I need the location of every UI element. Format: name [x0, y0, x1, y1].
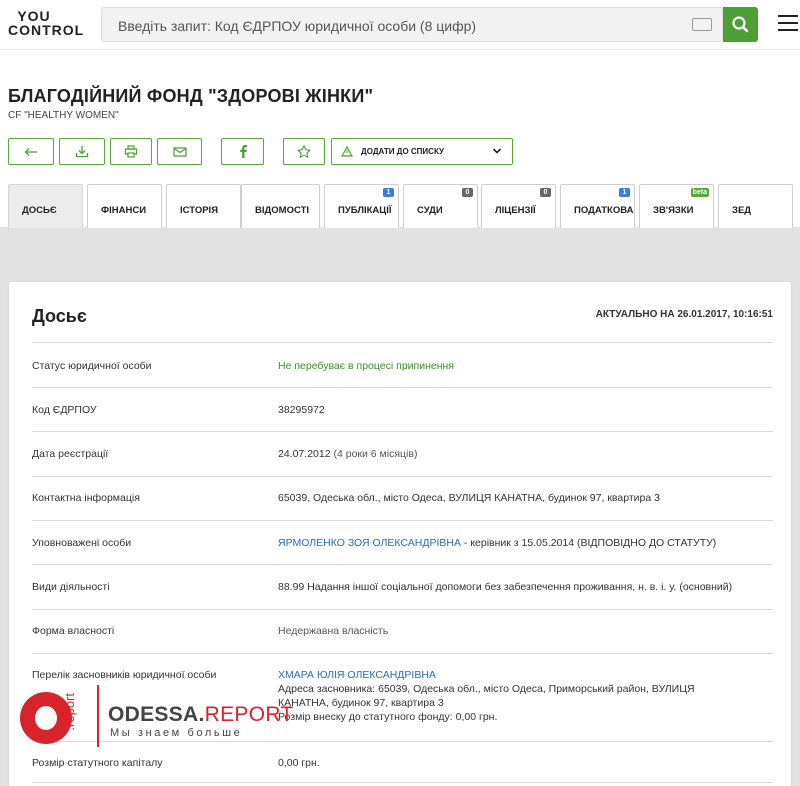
tab-badge: 0 [540, 188, 551, 197]
persons-role: - керівник з 15.05.2014 (ВІДПОВІДНО ДО С… [461, 537, 717, 549]
facebook-icon [239, 145, 247, 158]
arrow-left-icon [24, 147, 37, 156]
founder-share: Розмір внеску до статутного фонду: 0,00 … [278, 711, 498, 723]
founders-label: Перелік засновників юридичної особи [32, 669, 217, 681]
tab-label: ПОДАТКОВА [574, 205, 634, 216]
watermark-brand-accent: REPORT [204, 703, 294, 726]
activity-label: Види діяльності [32, 581, 110, 593]
tab-courts[interactable]: СУДИ 0 [403, 184, 478, 228]
registration-duration: (4 роки 6 місяців) [333, 448, 418, 460]
search-icon [732, 16, 749, 33]
tab-label: ЛІЦЕНЗІЇ [495, 205, 536, 216]
capital-label: Розмір статутного капіталу [32, 757, 163, 769]
print-button[interactable] [110, 138, 152, 165]
capital-value: 0,00 грн. [278, 757, 320, 769]
tab-finance[interactable]: ФІНАНСИ [87, 184, 162, 228]
founder-address-1: Адреса засновника: 65039, Одеська обл., … [278, 683, 695, 695]
tab-label: ВІДОМОСТІ [255, 205, 310, 216]
favorite-button[interactable] [283, 138, 325, 165]
watermark: .report ODESSA.REPORT Мы знаем больше [0, 683, 300, 753]
divider [32, 342, 773, 343]
contact-label: Контактна інформація [32, 492, 140, 504]
registration-date: 24.07.2012 [278, 448, 331, 460]
divider [32, 476, 773, 477]
registration-value: 24.07.2012 (4 роки 6 місяців) [278, 447, 417, 461]
facebook-button[interactable] [221, 138, 264, 165]
watermark-brand: ODESSA.REPORT [108, 703, 294, 727]
tab-foreign-trade[interactable]: ЗЕД [718, 184, 793, 228]
registration-label: Дата реєстрації [32, 448, 109, 460]
tab-records[interactable]: ВІДОМОСТІ [241, 184, 320, 228]
watermark-brand-main: ODESSA. [108, 703, 205, 726]
divider [32, 653, 773, 654]
keyboard-icon[interactable] [692, 18, 712, 31]
tab-label: ФІНАНСИ [101, 205, 147, 216]
search-button[interactable] [723, 7, 758, 42]
tab-label: ДОСЬЄ [22, 205, 57, 216]
back-button[interactable] [8, 138, 54, 165]
logo-line1: YOU [17, 8, 51, 24]
tab-label: ПУБЛІКАЦІЇ [338, 205, 392, 216]
activity-value: 88.99 Надання іншої соціальної допомоги … [278, 581, 733, 593]
tab-tax[interactable]: ПОДАТКОВА 1 [560, 184, 635, 228]
actual-date: АКТУАЛЬНО НА 26.01.2017, 10:16:51 [595, 309, 773, 320]
star-icon [297, 145, 311, 158]
divider [32, 609, 773, 610]
founder-name-link[interactable]: ХМАРА ЮЛІЯ ОЛЕКСАНДРІВНА [278, 668, 436, 682]
tab-dossier[interactable]: ДОСЬЄ [8, 184, 83, 228]
tab-badge: 0 [462, 188, 473, 197]
search-placeholder: Введіть запит: Код ЄДРПОУ юридичної особ… [118, 18, 477, 34]
dossier-title: Досьє [32, 306, 87, 326]
logo[interactable]: YOU CONTROL [8, 8, 85, 38]
divider [32, 431, 773, 432]
add-to-list-label: ДОДАТИ ДО СПИСКУ [361, 147, 445, 156]
tab-label: СУДИ [417, 205, 443, 216]
warning-triangle-icon [341, 146, 353, 157]
persons-value: ЯРМОЛЕНКО ЗОЯ ОЛЕКСАНДРІВНА - керівник з… [278, 536, 716, 550]
tab-history[interactable]: ІСТОРІЯ [166, 184, 241, 228]
watermark-divider [97, 685, 99, 747]
tab-label: ІСТОРІЯ [180, 205, 219, 216]
founder-address-2: КАНАТНА, будинок 97, квартира 3 [278, 697, 444, 709]
ownership-value: Недержавна власність [278, 625, 389, 637]
tab-licenses[interactable]: ЛІЦЕНЗІЇ 0 [481, 184, 556, 228]
printer-icon [124, 145, 138, 158]
logo-line2: CONTROL [8, 22, 85, 38]
chevron-down-icon [492, 148, 502, 154]
status-label: Статус юридичної особи [32, 360, 152, 372]
watermark-vertical-text: .report [62, 693, 77, 731]
email-button[interactable] [157, 138, 202, 165]
tab-label: ЗВ'ЯЗКИ [653, 205, 694, 216]
divider [32, 782, 773, 783]
download-icon [75, 146, 89, 158]
divider [32, 387, 773, 388]
download-button[interactable] [59, 138, 105, 165]
persons-name-link[interactable]: ЯРМОЛЕНКО ЗОЯ ОЛЕКСАНДРІВНА [278, 537, 461, 549]
header: YOU CONTROL Введіть запит: Код ЄДРПОУ юр… [0, 0, 800, 50]
menu-icon[interactable] [778, 15, 798, 33]
persons-label: Уповноважені особи [32, 537, 132, 549]
tab-publications[interactable]: ПУБЛІКАЦІЇ 1 [324, 184, 399, 228]
code-label: Код ЄДРПОУ [32, 404, 97, 416]
company-name: БЛАГОДІЙНИЙ ФОНД "ЗДОРОВІ ЖІНКИ" [8, 86, 374, 106]
status-value: Не перебуває в процесі припинення [278, 360, 454, 372]
code-value: 38295972 [278, 404, 325, 416]
envelope-icon [172, 146, 187, 157]
search-input[interactable]: Введіть запит: Код ЄДРПОУ юридичної особ… [101, 7, 723, 42]
divider [32, 564, 773, 565]
tab-badge: 1 [619, 188, 630, 197]
contact-value: 65039, Одеська обл., місто Одеса, ВУЛИЦЯ… [278, 492, 660, 504]
tab-label: ЗЕД [732, 205, 752, 216]
tab-badge: beta [690, 188, 709, 197]
tab-badge: 1 [383, 188, 394, 197]
watermark-tagline: Мы знаем больше [110, 727, 243, 739]
ownership-label: Форма власності [32, 625, 115, 637]
tab-connections[interactable]: ЗВ'ЯЗКИ beta [639, 184, 714, 228]
company-name-en: CF "HEALTHY WOMEN" [8, 110, 119, 121]
divider [32, 520, 773, 521]
add-to-list-dropdown[interactable]: ДОДАТИ ДО СПИСКУ [331, 138, 513, 165]
